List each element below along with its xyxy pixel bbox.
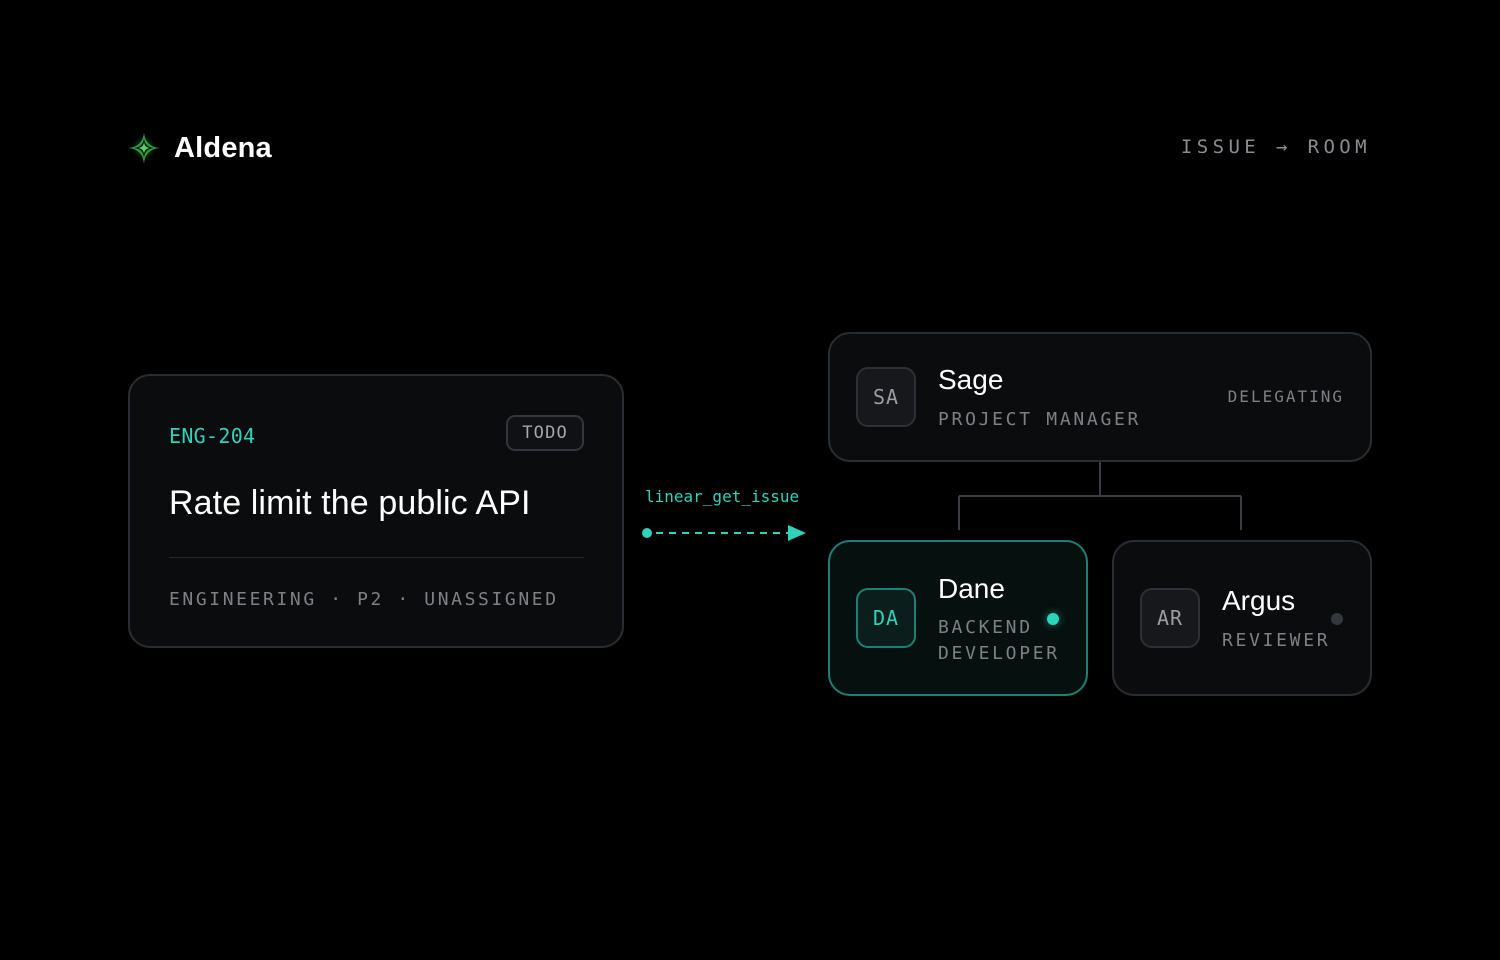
agent-status: DELEGATING	[1227, 387, 1344, 406]
divider	[169, 557, 584, 558]
connector-arrow	[642, 525, 806, 541]
status-dot-active	[1047, 613, 1059, 625]
avatar: SA	[856, 367, 916, 427]
agent-name: Sage	[938, 364, 1004, 395]
avatar: AR	[1140, 588, 1200, 648]
agent-name: Argus	[1222, 585, 1296, 616]
brand: Aldena	[127, 128, 272, 168]
issue-title: Rate limit the public API	[169, 484, 531, 522]
agent-role: PROJECT MANAGER	[938, 409, 1142, 430]
agent-card-dane[interactable]: DA Dane BACKEND DEVELOPER	[828, 540, 1088, 696]
issue-id: ENG-204	[169, 424, 256, 448]
status-badge: TODO	[506, 415, 584, 451]
tool-call-label: linear_get_issue	[645, 487, 800, 506]
issue-meta: ENGINEERING · P2 · UNASSIGNED	[169, 589, 559, 610]
sparkle-icon	[128, 132, 160, 164]
breadcrumb: ISSUE → ROOM	[1180, 136, 1371, 158]
agent-card-argus[interactable]: AR Argus REVIEWER	[1112, 540, 1372, 696]
status-dot-idle	[1331, 613, 1343, 625]
agent-card-sage[interactable]: SA Sage PROJECT MANAGER DELEGATING	[828, 332, 1372, 462]
agent-name: Dane	[938, 573, 1005, 604]
hierarchy-lines	[958, 460, 1242, 530]
agent-role: REVIEWER	[1222, 630, 1331, 651]
brand-name: Aldena	[174, 131, 272, 164]
avatar: DA	[856, 588, 916, 648]
issue-card[interactable]: ENG-204 TODO Rate limit the public API E…	[128, 374, 624, 648]
